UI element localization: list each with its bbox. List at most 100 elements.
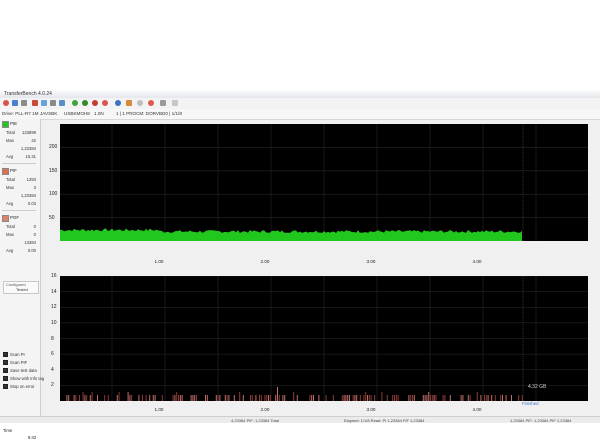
pif-bar [215,395,217,401]
pif-bar [469,395,471,401]
pif-bar [278,395,280,401]
pie-series-area [60,228,522,241]
pif-bar [484,395,485,401]
pif-bar [408,395,410,401]
pif-bar [192,395,194,401]
chart2-y-tick: 6 [51,351,54,358]
checkbox-show-info-tag[interactable]: Show with Info tag [3,376,44,382]
info-icon[interactable] [59,100,65,106]
alert-icon[interactable] [148,100,154,106]
pif-bar [268,395,269,401]
pif-bar [233,395,235,401]
pif-bar [494,395,496,401]
checkbox-icon [3,368,8,374]
tested-box[interactable]: Configured Tested [3,281,39,294]
pif-bar [142,395,143,401]
print-icon[interactable] [160,100,166,106]
pif-bar [224,395,226,401]
pif-bar [374,395,376,401]
app-window: TransferBench 4.0.24 Drive: PLL-R7 1M JA… [0,90,600,440]
pif-bar [428,392,430,401]
pif-bar [394,395,395,401]
pif-bar [467,395,469,401]
pif-bar [365,392,367,401]
checkbox-icon [3,376,8,382]
pif-bar [442,395,444,401]
pif-bar [66,395,68,401]
chart1-x-tick: 4.00 [472,259,482,264]
pif-bar [266,395,268,401]
pif-bar [284,395,286,401]
pif-bar [176,392,178,401]
divider [2,210,36,211]
pif-bar [196,395,197,401]
pif-bar [127,392,129,401]
pif-bar [179,395,181,401]
save-icon[interactable] [172,100,178,106]
pie-color-icon [2,121,9,128]
pif-bar [363,395,365,401]
disc-icon[interactable] [41,100,47,106]
record-icon[interactable] [32,100,38,106]
pif-bar [228,395,230,401]
pif-bar [282,395,284,401]
pif-label: PIF [10,168,17,173]
drive-rev: 1.0N [94,111,104,116]
pif-bar [500,395,502,401]
checkbox-scan-pif[interactable]: Scan PIF [3,360,27,366]
pif-bar [341,395,343,401]
pif-bar [91,392,93,401]
checkbox-save-test-data[interactable]: Save test data [3,368,37,374]
pif-bar [343,395,345,401]
drive-icon[interactable] [50,100,56,106]
disc-info: 1 | 1 PROCM: DORVBD0 | 1/1/8 [116,111,182,116]
pif-bar [145,395,147,401]
chart2-y-tick: 16 [51,273,57,279]
chart1-y-tick: 50 [49,214,55,221]
pif-bar [485,395,487,401]
settings-icon[interactable] [21,100,27,106]
checkbox-stop-on-error[interactable]: Stop on error [3,384,34,390]
pif-bar [296,395,298,401]
stop-icon[interactable] [3,100,9,106]
pif-bar [487,395,489,401]
pif-bar [502,395,503,401]
pif-bar [161,395,163,401]
pif-bar [352,395,354,401]
pif-bar [226,395,228,401]
chart2-y-tick: 8 [51,335,54,342]
help-icon[interactable] [115,100,121,106]
pie-chart [60,124,588,241]
pif-bar [444,395,446,401]
pif-bar [149,395,151,401]
chart1-y-tick: 150 [49,167,58,174]
pif-bar [412,395,413,401]
chart2-y-tick: 12 [51,304,57,311]
pif-bar [491,395,493,401]
pif-bar [345,395,347,401]
start-icon[interactable] [72,100,78,106]
pif-bar [79,395,80,401]
config-icon[interactable] [137,100,143,106]
drive-id: JAVSBK [40,111,58,116]
checkbox-icon [3,360,8,366]
pif-bar [505,395,507,401]
record-button-icon[interactable] [102,100,108,106]
checkbox-scan-pi[interactable]: Scan PI [3,352,25,358]
pif-bar [190,395,192,401]
pif-bar [251,395,253,401]
chart2-x-tick: 4.00 [472,407,482,412]
abort-icon[interactable] [92,100,98,106]
export-icon[interactable] [126,100,132,106]
chart1-x-tick: 3.00 [366,259,376,264]
pif-bar [181,395,183,401]
pif-bar [518,395,520,401]
stats-sidebar: PIE Total 123899 Max 42 1,23384 Avg 15.31 P… [0,119,44,440]
pif-bar [435,395,437,401]
refresh-icon[interactable] [82,100,88,106]
pif-bar [138,395,140,401]
marker-label: 4.32 GB [528,384,547,390]
pif-bar [422,395,424,401]
open-icon[interactable] [12,100,18,106]
pif-bar [86,395,88,401]
